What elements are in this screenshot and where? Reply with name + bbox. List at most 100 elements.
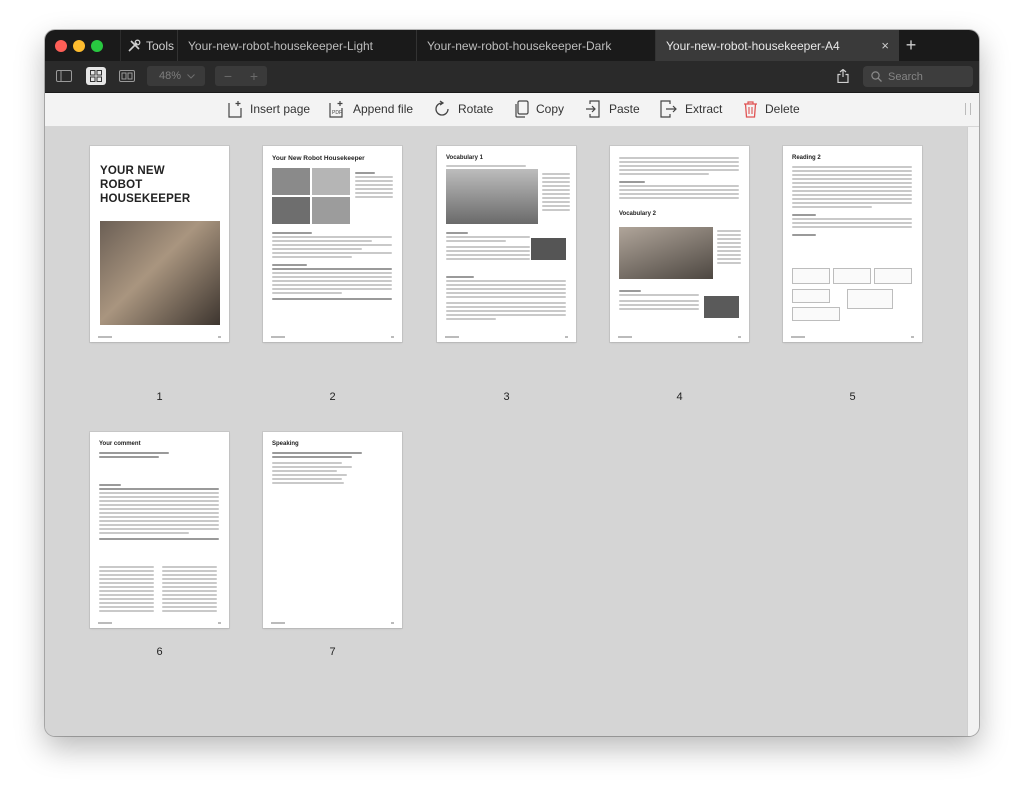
page-photo (312, 197, 350, 224)
comment-box (847, 289, 893, 309)
page-thumbnail-5[interactable]: Reading 2 (783, 146, 922, 342)
append-file-button[interactable]: PDF Append file (329, 98, 413, 120)
text-block (792, 164, 912, 238)
page-photo (272, 168, 310, 195)
search-icon (871, 71, 882, 82)
comment-box (833, 268, 871, 284)
tab-light[interactable]: Your-new-robot-housekeeper-Light (177, 30, 416, 61)
extract-button[interactable]: Extract (660, 98, 722, 120)
toolbar-grip[interactable] (965, 103, 971, 115)
page-title: Speaking (272, 441, 299, 447)
page-number: 6 (156, 646, 163, 658)
page-thumbnail-4[interactable]: Vocabulary 2 (610, 146, 749, 342)
page-number: 1 (156, 391, 163, 403)
zoom-level-value: 48% (159, 70, 182, 82)
tools-tab[interactable]: Tools (120, 30, 176, 61)
page-title: Vocabulary 2 (619, 211, 656, 217)
trash-icon (744, 101, 757, 118)
page-thumbnail-2[interactable]: Your New Robot Housekeeper (263, 146, 402, 342)
delete-button[interactable]: Delete (743, 98, 800, 120)
page-footer (271, 336, 394, 338)
page-number: 7 (329, 646, 336, 658)
text-block (446, 274, 566, 322)
text-block (717, 228, 741, 266)
page-thumbnail-6[interactable]: Your comment (90, 432, 229, 628)
text-block (272, 450, 392, 486)
zoom-window-button[interactable] (91, 40, 103, 52)
page-footer (445, 336, 568, 338)
page-footer (98, 336, 221, 338)
action-label: Rotate (458, 102, 494, 116)
close-tab-icon[interactable]: × (881, 38, 889, 53)
zoom-level-select[interactable]: 48% (147, 66, 205, 86)
page-title: YOUR NEW ROBOT HOUSEKEEPER (100, 165, 191, 205)
new-tab-button[interactable]: + (900, 34, 922, 56)
rotate-button[interactable]: Rotate (433, 98, 493, 120)
action-label: Paste (609, 102, 640, 116)
page-photo (619, 227, 713, 279)
minimize-window-button[interactable] (73, 40, 85, 52)
page-footer (98, 622, 221, 624)
vertical-scrollbar[interactable] (967, 127, 979, 736)
page-thumbnail-7[interactable]: Speaking (263, 432, 402, 628)
comment-box (874, 268, 912, 284)
page-grid: YOUR NEW ROBOT HOUSEKEEPER 1 Your New Ro… (45, 127, 967, 736)
text-block (162, 564, 217, 614)
page-photo (100, 221, 220, 325)
rotate-icon (435, 100, 449, 116)
insert-page-icon (228, 101, 242, 118)
action-label: Delete (765, 102, 800, 116)
page-title: Vocabulary 1 (446, 155, 483, 161)
page-actions-bar: Insert page PDF Append file Rotate Copy … (45, 93, 979, 127)
tab-a4[interactable]: Your-new-robot-housekeeper-A4 × (655, 30, 899, 61)
page-thumbnail-1[interactable]: YOUR NEW ROBOT HOUSEKEEPER (90, 146, 229, 342)
view-toolbar: 48% − + Search (45, 61, 979, 93)
page-footer (618, 336, 741, 338)
text-block (619, 155, 739, 201)
zoom-out-button[interactable]: − (215, 68, 241, 84)
page-title: Reading 2 (792, 155, 821, 161)
close-window-button[interactable] (55, 40, 67, 52)
comment-box (792, 289, 830, 303)
svg-text:PDF: PDF (332, 110, 342, 116)
append-file-icon: PDF (329, 101, 343, 118)
grid-view-icon[interactable] (86, 67, 106, 85)
search-input[interactable]: Search (863, 66, 973, 87)
page-view-icon[interactable] (117, 67, 137, 85)
extract-icon (660, 100, 677, 118)
zoom-in-button[interactable]: + (241, 68, 267, 84)
page-number: 2 (329, 391, 336, 403)
tab-label: Your-new-robot-housekeeper-Dark (427, 38, 612, 53)
copy-icon (515, 100, 529, 118)
chevron-down-icon (187, 73, 195, 79)
paste-icon (586, 100, 600, 118)
page-number: 4 (676, 391, 683, 403)
paste-button[interactable]: Paste (585, 98, 640, 120)
page-photo (446, 169, 538, 224)
comment-box (792, 307, 840, 321)
action-label: Copy (536, 102, 565, 116)
insert-page-button[interactable]: Insert page (228, 98, 310, 120)
app-window: Tools Your-new-robot-housekeeper-Light Y… (45, 30, 979, 736)
page-number: 5 (849, 391, 856, 403)
text-block (446, 230, 530, 262)
page-number: 3 (503, 391, 510, 403)
text-block (99, 450, 219, 542)
tab-label: Your-new-robot-housekeeper-A4 (666, 38, 840, 53)
text-block (99, 564, 154, 614)
action-label: Extract (685, 102, 723, 116)
zoom-stepper: − + (215, 66, 267, 86)
sidebar-toggle-icon[interactable] (54, 67, 74, 85)
action-label: Append file (353, 102, 414, 116)
page-footer (791, 336, 914, 338)
page-footer (271, 622, 394, 624)
text-block (542, 171, 570, 213)
search-placeholder: Search (888, 70, 923, 83)
tab-dark[interactable]: Your-new-robot-housekeeper-Dark (416, 30, 655, 61)
page-thumbnail-3[interactable]: Vocabulary 1 (437, 146, 576, 342)
tools-icon (128, 39, 141, 52)
share-icon[interactable] (833, 67, 853, 85)
text-block (619, 288, 699, 312)
action-label: Insert page (250, 102, 311, 116)
copy-button[interactable]: Copy (514, 98, 564, 120)
